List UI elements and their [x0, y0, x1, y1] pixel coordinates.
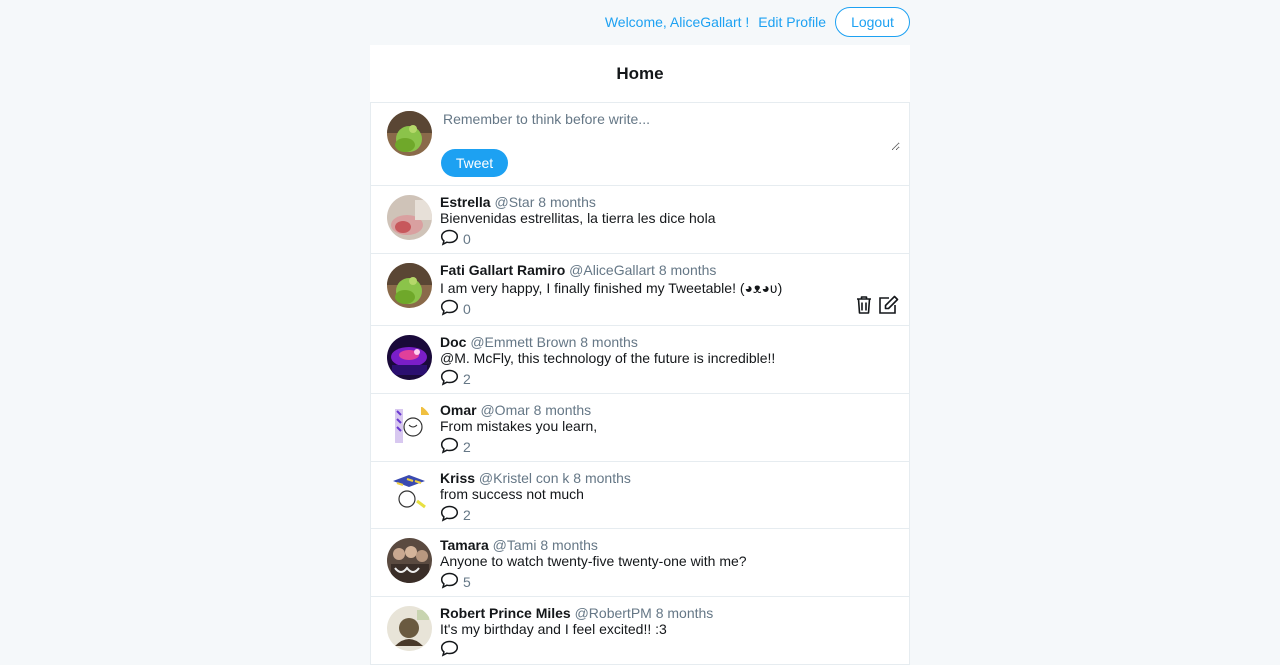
tweet-time: 8 months	[658, 262, 717, 278]
timeline-container: Home Tweet Estrella @Star 8 months	[370, 45, 910, 665]
tweet-text: @M. McFly, this technology of the future…	[440, 350, 776, 366]
avatar	[387, 471, 432, 516]
reply-count: 0	[463, 231, 471, 247]
reply-count: 5	[463, 574, 471, 590]
tweet-handle: @Tami	[492, 537, 537, 553]
tweet-handle: @Omar	[480, 402, 530, 418]
tweet-author[interactable]: Tamara	[440, 537, 489, 553]
comment-icon[interactable]	[440, 505, 459, 522]
tweet-item: Fati Gallart Ramiro @AliceGallart 8 mont…	[370, 254, 910, 326]
tweet-author[interactable]: Fati Gallart Ramiro	[440, 262, 565, 278]
reply-count: 2	[463, 439, 471, 455]
tweet-item: Doc @Emmett Brown 8 months @M. McFly, th…	[370, 326, 910, 394]
reply-count: 2	[463, 507, 471, 523]
edit-icon[interactable]	[877, 295, 899, 315]
tweet-text: Bienvenidas estrellitas, la tierra les d…	[440, 210, 716, 226]
tweet-item: Kriss @Kristel con k 8 months from succe…	[370, 462, 910, 529]
tweet-time: 8 months	[538, 194, 596, 210]
avatar	[387, 403, 432, 448]
tweet-author[interactable]: Estrella	[440, 194, 491, 210]
compose-box: Tweet	[370, 103, 910, 186]
comment-icon[interactable]	[440, 572, 459, 589]
avatar	[387, 606, 432, 651]
tweet-time: 8 months	[533, 402, 592, 418]
comment-icon[interactable]	[440, 640, 459, 657]
page-title: Home	[370, 45, 910, 103]
comment-icon[interactable]	[440, 437, 459, 454]
tweet-handle: @Kristel con k	[478, 470, 570, 486]
tweet-handle: @AliceGallart	[569, 262, 655, 278]
logout-button[interactable]: Logout	[835, 7, 910, 37]
comment-icon[interactable]	[440, 299, 459, 316]
tweet-handle: @Star	[494, 194, 535, 210]
avatar	[387, 263, 432, 308]
tweet-time: 8 months	[580, 334, 638, 350]
tweet-author[interactable]: Kriss	[440, 470, 475, 486]
avatar	[387, 111, 432, 156]
tweet-actions	[855, 295, 899, 315]
avatar	[387, 195, 432, 240]
tweet-handle: @RobertPM	[574, 605, 652, 621]
comment-icon[interactable]	[440, 229, 459, 246]
tweet-button[interactable]: Tweet	[441, 149, 508, 177]
tweet-author[interactable]: Doc	[440, 334, 466, 350]
tweet-text: from success not much	[440, 486, 584, 502]
comment-icon[interactable]	[440, 369, 459, 386]
tweet-handle: @Emmett Brown	[470, 334, 577, 350]
tweet-item: Robert Prince Miles @RobertPM 8 months I…	[370, 597, 910, 665]
edit-profile-link[interactable]: Edit Profile	[758, 14, 826, 30]
tweet-time: 8 months	[655, 605, 714, 621]
tweet-text: It's my birthday and I feel excited!! :3	[440, 621, 667, 637]
tweet-text: From mistakes you learn,	[440, 418, 598, 434]
avatar	[387, 538, 432, 583]
reply-count: 2	[463, 371, 471, 387]
tweet-item: Tamara @Tami 8 months Anyone to watch tw…	[370, 529, 910, 597]
tweet-item: Omar @Omar 8 months From mistakes you le…	[370, 394, 910, 462]
tweet-author[interactable]: Robert Prince Miles	[440, 605, 571, 621]
trash-icon[interactable]	[855, 295, 873, 315]
tweet-time: 8 months	[540, 537, 598, 553]
tweet-text: I am very happy, I finally finished my T…	[440, 280, 783, 296]
tweet-item: Estrella @Star 8 months Bienvenidas estr…	[370, 186, 910, 254]
reply-count: 0	[463, 301, 471, 317]
tweet-input[interactable]	[441, 109, 900, 151]
top-nav: Welcome, AliceGallart ! Edit Profile Log…	[605, 7, 910, 37]
welcome-link[interactable]: Welcome, AliceGallart !	[605, 14, 749, 30]
tweet-text: Anyone to watch twenty-five twenty-one w…	[440, 553, 747, 569]
tweet-author[interactable]: Omar	[440, 402, 477, 418]
tweet-time: 8 months	[573, 470, 631, 486]
avatar	[387, 335, 432, 380]
